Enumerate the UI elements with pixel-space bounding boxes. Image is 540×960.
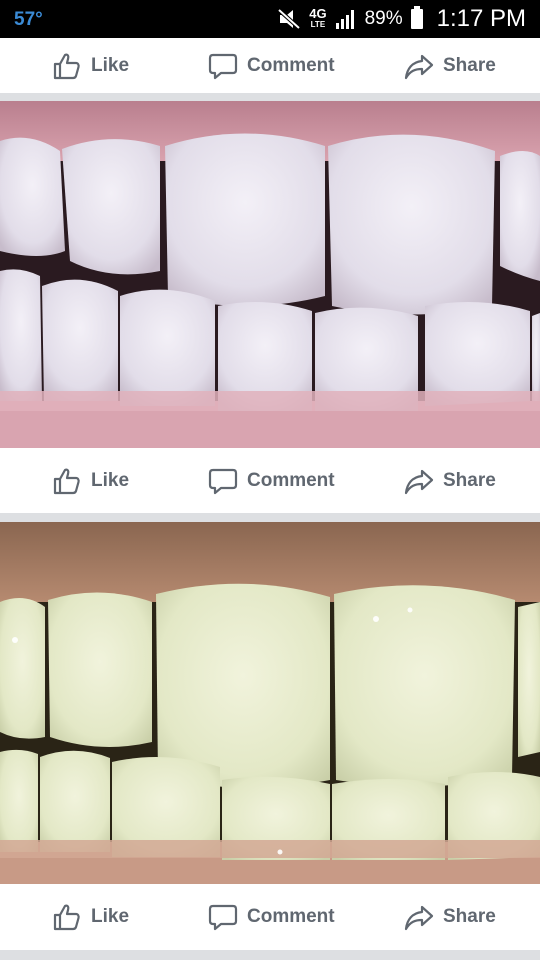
- like-button[interactable]: Like: [52, 902, 129, 932]
- comment-label: Comment: [247, 906, 335, 927]
- speech-bubble-icon: [208, 904, 238, 931]
- signal-icon: [335, 10, 354, 29]
- post-actions-bar: Like Comment Share: [0, 38, 540, 93]
- post-photo-teeth-before[interactable]: [0, 101, 540, 448]
- share-button[interactable]: Share: [404, 902, 496, 932]
- temperature-readout: 57°: [14, 9, 43, 30]
- share-label: Share: [443, 906, 496, 927]
- network-type: 4G LTE: [309, 7, 326, 30]
- post-actions-bar: Like Comment Share: [0, 884, 540, 950]
- speech-bubble-icon: [208, 53, 238, 79]
- comment-button[interactable]: Comment: [208, 902, 335, 932]
- battery-icon: [410, 6, 423, 29]
- share-arrow-icon: [404, 905, 434, 931]
- clock: 1:17 PM: [436, 5, 526, 32]
- network-sub-label: LTE: [310, 20, 326, 29]
- thumbs-up-icon: [53, 53, 80, 79]
- thumbs-up-icon: [53, 904, 80, 931]
- share-label: Share: [443, 469, 496, 491]
- status-icons: 4G LTE 89% 1:17 PM: [277, 4, 526, 34]
- share-arrow-icon: [404, 54, 434, 79]
- thumbs-up-icon: [53, 468, 80, 494]
- mute-icon: [277, 8, 301, 30]
- like-button[interactable]: Like: [52, 466, 129, 496]
- share-button[interactable]: Share: [404, 466, 496, 496]
- comment-button[interactable]: Comment: [208, 51, 335, 81]
- teeth-photo-1: [0, 101, 540, 448]
- speech-bubble-icon: [208, 468, 238, 494]
- status-bar: 57° 4G LTE 89% 1:17 PM: [0, 0, 540, 38]
- post-actions-bar: Like Comment Share: [0, 448, 540, 513]
- comment-label: Comment: [247, 469, 335, 491]
- teeth-photo-2: [0, 522, 540, 884]
- like-label: Like: [91, 54, 130, 76]
- comment-label: Comment: [247, 54, 335, 76]
- share-button[interactable]: Share: [404, 51, 496, 81]
- feed-divider: [0, 93, 540, 101]
- comment-button[interactable]: Comment: [208, 466, 335, 496]
- feed-divider: [0, 513, 540, 522]
- like-label: Like: [91, 906, 130, 927]
- like-label: Like: [91, 469, 130, 491]
- share-arrow-icon: [404, 469, 434, 494]
- battery-percent: 89%: [364, 8, 403, 29]
- feed-divider: [0, 950, 540, 960]
- like-button[interactable]: Like: [52, 51, 129, 81]
- share-label: Share: [443, 54, 496, 76]
- post-photo-teeth-after[interactable]: [0, 522, 540, 884]
